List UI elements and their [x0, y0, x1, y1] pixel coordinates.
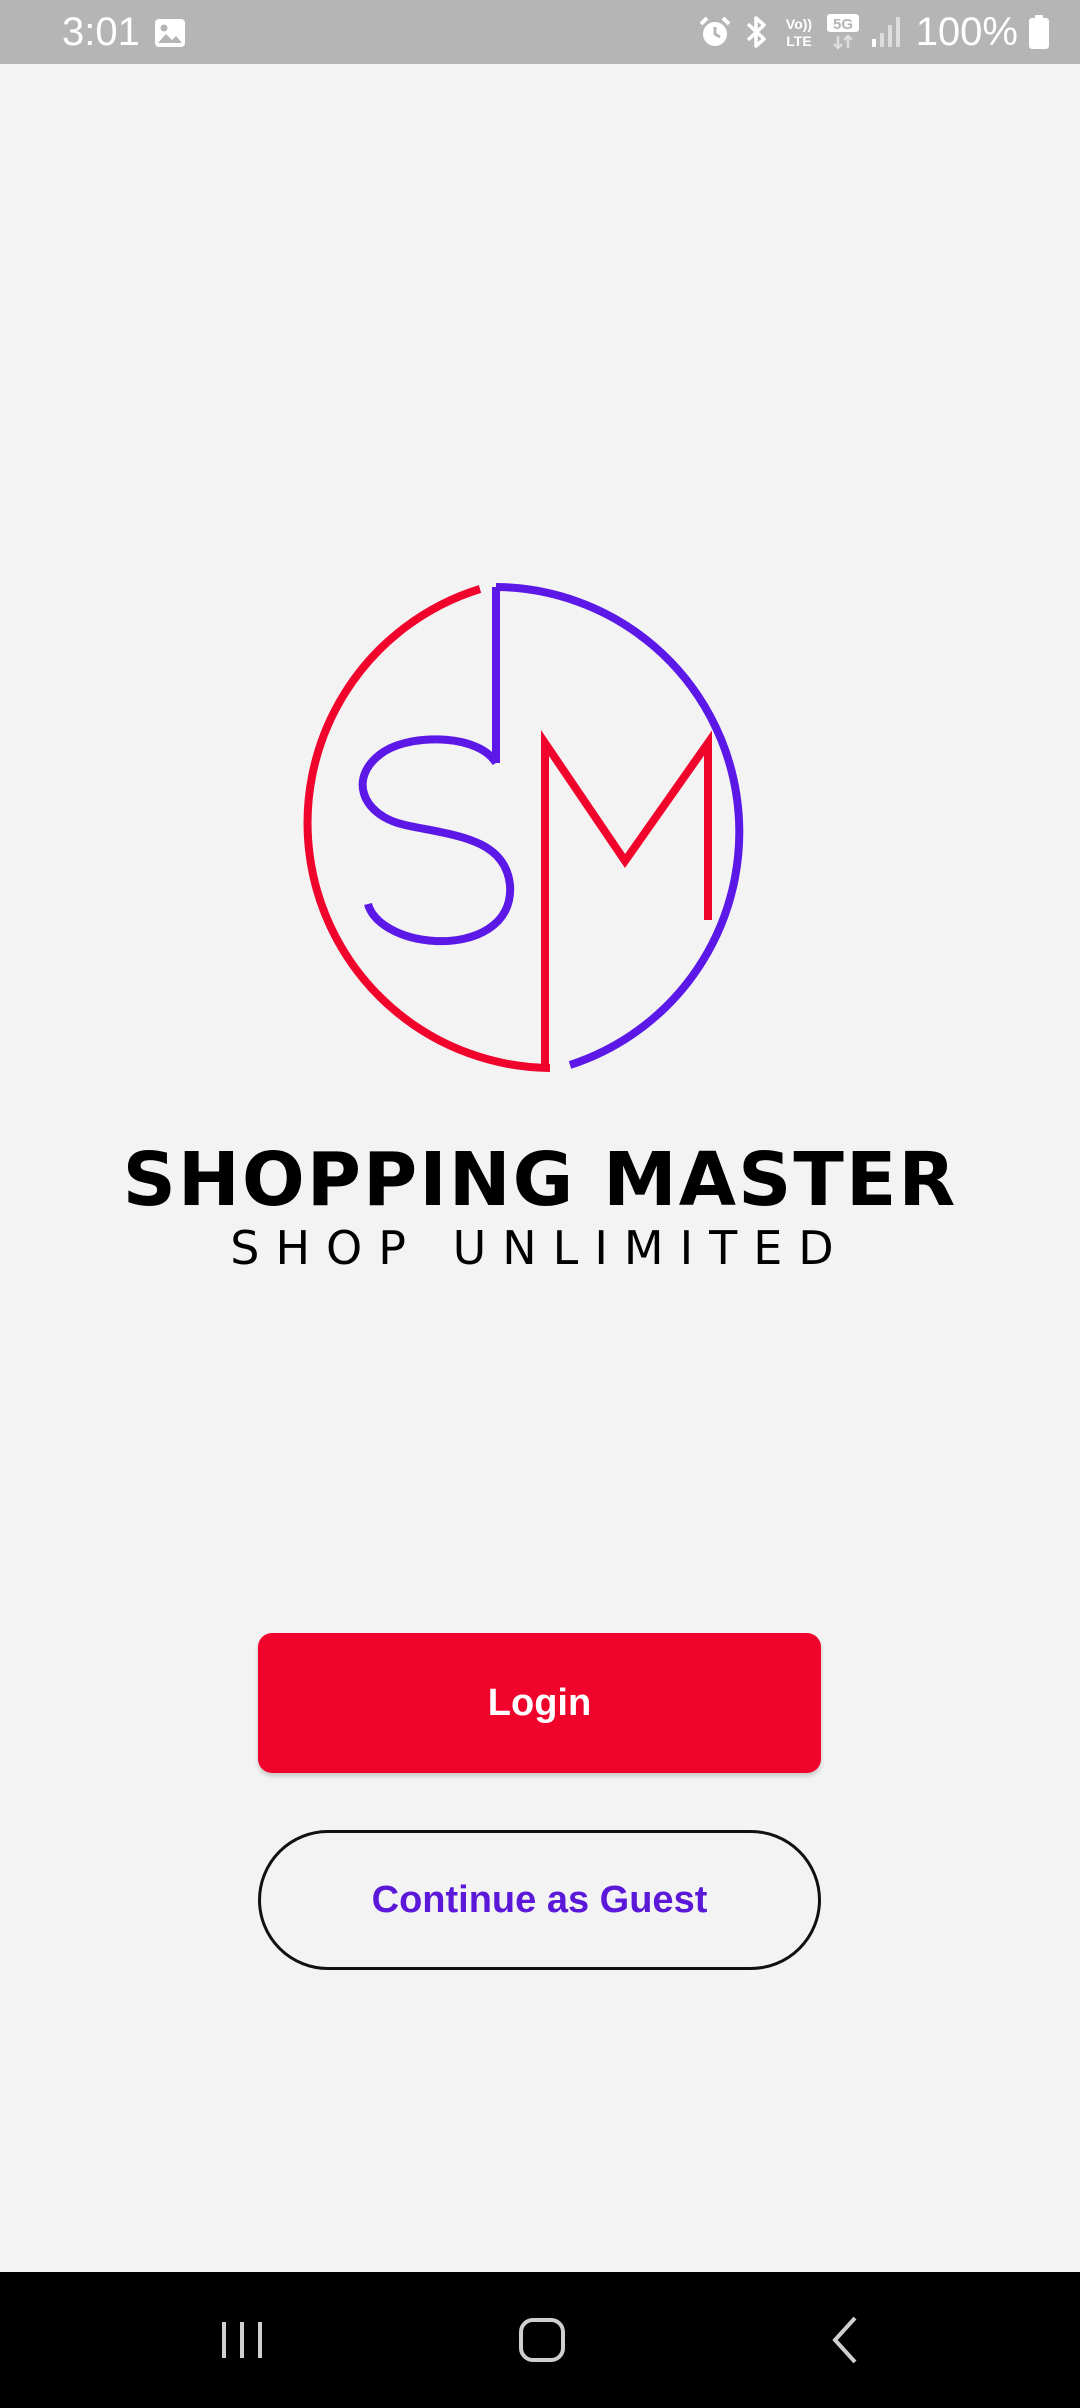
volte-icon: Vo)) LTE — [786, 16, 812, 49]
bluetooth-icon — [746, 16, 766, 48]
status-icons: Vo)) LTE 5G 100% — [698, 8, 1050, 56]
battery-icon — [1029, 15, 1049, 49]
volte-bottom-text: LTE — [786, 33, 811, 49]
brand-tagline: SHOP UNLIMITED — [230, 1221, 850, 1275]
continue-as-guest-button[interactable]: Continue as Guest — [258, 1830, 821, 1970]
network-type-text: 5G — [833, 16, 853, 33]
splash-screen: 3:01 Vo)) LTE 5G 100% SHOPPING MASTER SH… — [0, 0, 1080, 2408]
home-icon[interactable] — [512, 2310, 572, 2370]
gallery-icon — [155, 19, 185, 47]
logo-letter-m — [541, 729, 712, 1068]
back-icon[interactable] — [817, 2310, 877, 2370]
sm-logo — [303, 583, 744, 1072]
recent-apps-icon[interactable] — [212, 2310, 272, 2370]
battery-percent: 100% — [915, 10, 1018, 54]
brand-title: SHOPPING MASTER — [122, 1137, 958, 1223]
login-button[interactable]: Login — [258, 1633, 821, 1773]
volte-top-text: Vo)) — [786, 16, 812, 32]
5g-icon: 5G — [826, 14, 859, 50]
logo-letter-s — [358, 735, 515, 946]
login-button-label: Login — [487, 1681, 592, 1724]
signal-icon — [871, 17, 900, 47]
guest-button-label: Continue as Guest — [371, 1878, 708, 1921]
status-time: 3:01 — [62, 10, 140, 54]
status-bar: 3:01 Vo)) LTE 5G 100% — [0, 0, 1080, 64]
logo-purple-arc — [495, 583, 744, 1069]
navigation-bar — [0, 2272, 1080, 2408]
alarm-icon — [699, 16, 731, 46]
